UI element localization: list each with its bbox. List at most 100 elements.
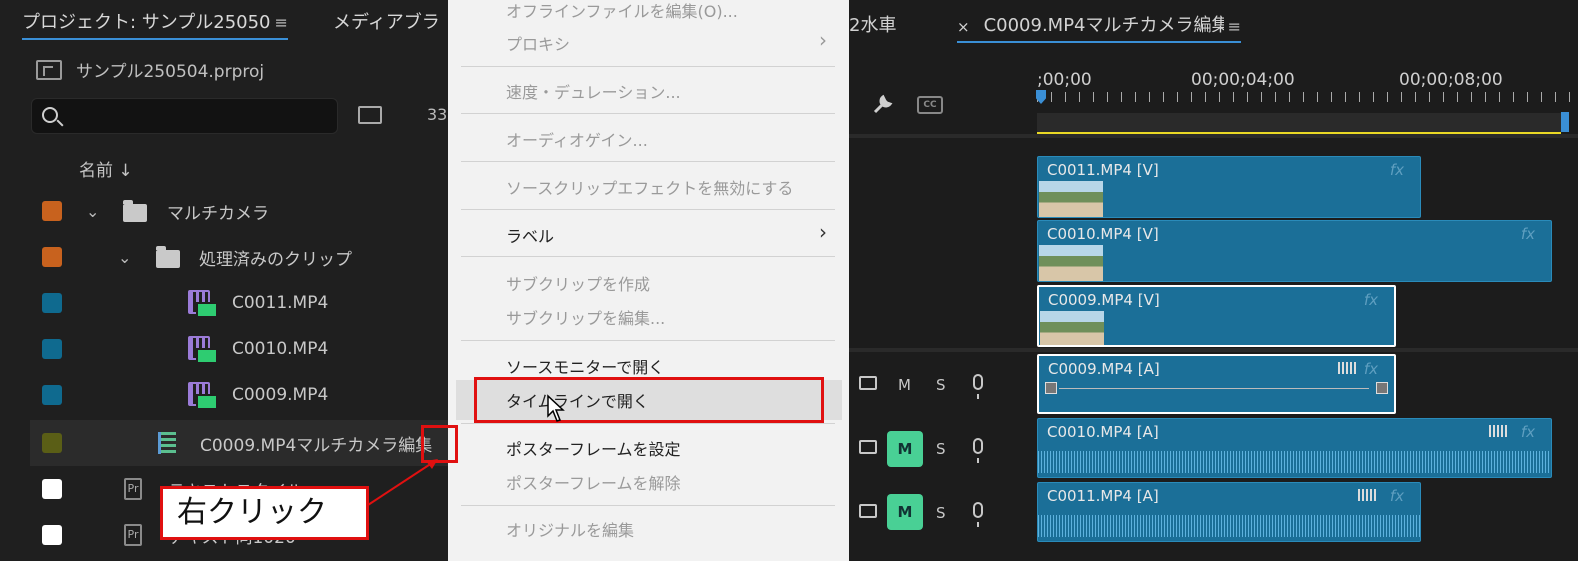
sync-lock-icon[interactable] — [859, 440, 877, 454]
tab-media-browser[interactable]: メディアブラ — [333, 8, 440, 34]
label-color-swatch[interactable] — [42, 385, 62, 405]
cc-icon[interactable]: CC — [917, 96, 943, 114]
context-menu: オフラインファイルを編集(O)... プロキシ › 速度・デュレーション... … — [448, 0, 849, 561]
label-color-swatch[interactable] — [42, 247, 62, 267]
microphone-icon[interactable] — [973, 374, 983, 399]
mute-button-active[interactable]: M — [887, 494, 923, 530]
list-item[interactable]: ⌄ マルチカメラ — [30, 188, 460, 234]
clip-label: C0010.MP4 [V] — [1047, 225, 1159, 243]
menu-separator — [461, 423, 835, 424]
clip-thumbnail — [1039, 181, 1103, 217]
find-bin-icon[interactable] — [358, 106, 382, 124]
microphone-icon[interactable] — [973, 502, 983, 527]
menu-item-clear-poster-frame[interactable]: ポスターフレームを解除 — [506, 470, 681, 494]
mouse-cursor-icon — [547, 394, 565, 422]
menu-item-label[interactable]: ラベル — [506, 223, 554, 247]
menu-item-speed-duration[interactable]: 速度・デュレーション... — [506, 79, 681, 103]
label-color-swatch[interactable] — [42, 525, 62, 545]
audio-clip-selected[interactable]: C0009.MP4 [A] fx — [1037, 354, 1396, 414]
menu-item-edit-offline[interactable]: オフラインファイルを編集(O)... — [506, 0, 738, 22]
menu-item-edit-subclip[interactable]: サブクリップを編集... — [506, 305, 665, 329]
menu-item-proxy[interactable]: プロキシ — [506, 31, 570, 55]
video-clip-selected[interactable]: C0009.MP4 [V] fx — [1037, 285, 1396, 347]
audio-clip[interactable]: C0011.MP4 [A] fx — [1037, 482, 1421, 542]
fx-badge: fx — [1363, 360, 1378, 378]
sequence-icon — [158, 432, 176, 454]
label-color-swatch[interactable] — [42, 433, 62, 453]
work-area-bar[interactable] — [1037, 113, 1561, 135]
video-clip[interactable]: C0011.MP4 [V] fx — [1037, 156, 1421, 218]
video-clip[interactable]: C0010.MP4 [V] fx — [1037, 220, 1552, 282]
menu-separator — [461, 66, 835, 67]
list-item-label: マルチカメラ — [167, 203, 269, 224]
sync-lock-icon[interactable] — [859, 504, 877, 518]
hamburger-icon[interactable]: ≡ — [275, 13, 288, 32]
mute-button[interactable]: M — [898, 376, 911, 394]
folder-icon — [123, 200, 147, 222]
menu-item-disable-source-effects[interactable]: ソースクリップエフェクトを無効にする — [506, 175, 793, 199]
search-icon — [42, 107, 58, 123]
tab-sequence-active[interactable]: × C0009.MP4マルチカメラ編集≡ — [957, 11, 1241, 43]
clip-label: C0009.MP4 [A] — [1048, 360, 1160, 378]
waveform-icon — [1489, 425, 1507, 437]
audio-waveform — [1038, 451, 1551, 473]
time-ruler[interactable] — [1037, 92, 1578, 112]
list-item[interactable]: ⌄ 処理済みのクリップ — [30, 234, 460, 280]
fx-badge: fx — [1363, 291, 1378, 309]
solo-button[interactable]: S — [936, 376, 946, 394]
tab-project[interactable]: プロジェクト: サンプル25050 ≡ — [22, 8, 288, 40]
waveform-icon — [1338, 362, 1356, 374]
video-clip-icon — [188, 336, 218, 364]
chevron-down-icon[interactable]: ⌄ — [118, 248, 131, 267]
hamburger-icon[interactable]: ≡ — [1228, 17, 1241, 36]
list-item[interactable]: C0009.MP4 — [30, 372, 460, 418]
parent-folder-icon[interactable] — [36, 59, 62, 80]
timecode-label: 00;00;08;00 — [1399, 70, 1503, 90]
clip-thumbnail — [1039, 245, 1103, 281]
menu-item-edit-original[interactable]: オリジナルを編集 — [506, 517, 634, 541]
premiere-file-icon: Pr — [124, 478, 142, 500]
solo-button[interactable]: S — [936, 440, 946, 458]
label-color-swatch[interactable] — [42, 293, 62, 313]
label-color-swatch[interactable] — [42, 339, 62, 359]
project-file-name: サンプル250504.prproj — [76, 62, 265, 82]
keyframe-handle[interactable] — [1376, 382, 1388, 394]
audio-clip[interactable]: C0010.MP4 [A] fx — [1037, 418, 1552, 478]
microphone-icon[interactable] — [973, 438, 983, 463]
sequence-end-marker[interactable] — [1561, 112, 1569, 132]
project-path: サンプル250504.prproj — [36, 57, 264, 82]
tab-sequence-previous[interactable]: 2水車 — [849, 11, 896, 37]
close-icon[interactable]: × — [957, 18, 970, 36]
project-panel: プロジェクト: サンプル25050 ≡ メディアブラ サンプル250504.prp… — [0, 0, 460, 561]
list-item[interactable]: C0011.MP4 — [30, 280, 460, 326]
volume-rubberband[interactable] — [1059, 388, 1369, 389]
wrench-icon[interactable] — [871, 94, 897, 114]
list-item-selected[interactable]: C0009.MP4マルチカメラ編集 — [30, 420, 460, 466]
search-input[interactable] — [31, 98, 338, 134]
mute-button-active[interactable]: M — [887, 431, 923, 467]
solo-button[interactable]: S — [936, 504, 946, 522]
highlight-box-menu-item — [474, 377, 824, 423]
list-item[interactable]: C0010.MP4 — [30, 326, 460, 372]
menu-item-open-in-source-monitor[interactable]: ソースモニターで開く — [506, 354, 664, 378]
waveform-icon — [1358, 489, 1376, 501]
chevron-down-icon[interactable]: ⌄ — [86, 202, 99, 221]
column-header-name[interactable]: 名前 ↓ — [79, 156, 133, 181]
folder-icon — [156, 246, 180, 268]
submenu-arrow-icon: › — [819, 220, 827, 244]
menu-item-make-subclip[interactable]: サブクリップを作成 — [506, 271, 650, 295]
label-color-swatch[interactable] — [42, 479, 62, 499]
submenu-arrow-icon: › — [819, 28, 827, 52]
video-clip-icon — [188, 290, 218, 318]
label-color-swatch[interactable] — [42, 201, 62, 221]
list-item-label: C0011.MP4 — [232, 293, 329, 313]
keyframe-handle[interactable] — [1045, 382, 1057, 394]
list-item-label: 処理済みのクリップ — [199, 249, 352, 270]
sync-lock-icon[interactable] — [859, 376, 877, 390]
fx-badge: fx — [1389, 487, 1404, 505]
menu-separator — [461, 256, 835, 257]
menu-separator — [461, 209, 835, 210]
clip-label: C0009.MP4 [V] — [1048, 291, 1160, 309]
menu-item-set-poster-frame[interactable]: ポスターフレームを設定 — [506, 436, 681, 460]
menu-item-audio-gain[interactable]: オーディオゲイン... — [506, 127, 648, 151]
